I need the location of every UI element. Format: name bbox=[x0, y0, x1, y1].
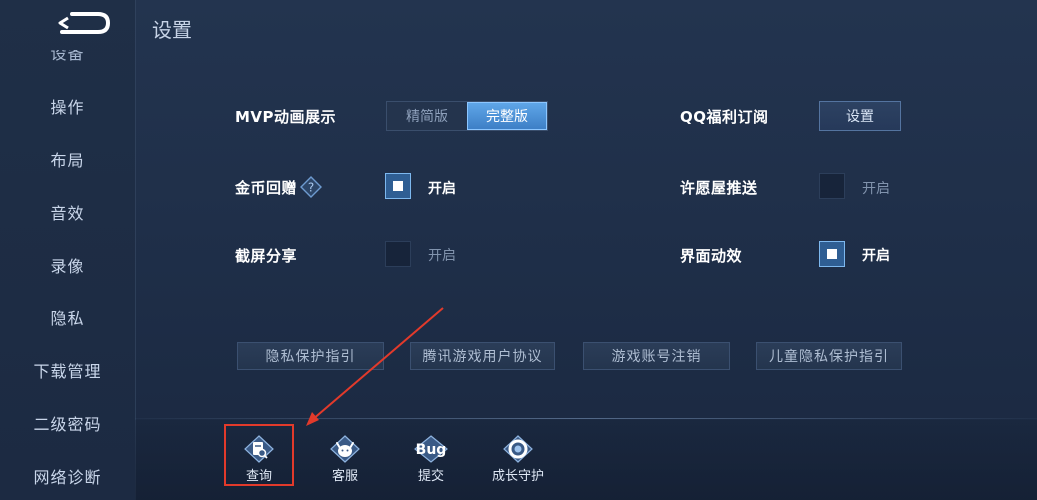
bug-icon: Bug bbox=[414, 435, 448, 463]
sidebar-item-controls[interactable]: 操作 bbox=[0, 94, 135, 118]
user-agreement-button[interactable]: 腾讯游戏用户协议 bbox=[410, 342, 555, 370]
svg-text:?: ? bbox=[308, 181, 314, 195]
wish-push-label: 许愿屋推送 bbox=[680, 179, 758, 197]
bug-icon-text: Bug bbox=[416, 442, 447, 458]
mvp-animation-label: MVP动画展示 bbox=[235, 108, 337, 126]
help-icon[interactable]: ? bbox=[300, 176, 322, 198]
customer-service-icon bbox=[330, 435, 360, 463]
mvp-option-full[interactable]: 完整版 bbox=[467, 102, 547, 130]
page-title: 设置 bbox=[152, 18, 192, 42]
sidebar: 设备 操作 布局 音效 录像 隐私 下载管理 二级密码 网络诊断 bbox=[0, 0, 136, 500]
divider bbox=[135, 418, 1037, 419]
back-icon[interactable] bbox=[54, 10, 110, 36]
screenshot-share-checkbox[interactable] bbox=[385, 241, 411, 267]
privacy-guide-button[interactable]: 隐私保护指引 bbox=[237, 342, 384, 370]
bug-submit-button[interactable]: Bug 提交 bbox=[396, 434, 466, 486]
bug-submit-label: 提交 bbox=[417, 469, 444, 484]
child-privacy-guide-button[interactable]: 儿童隐私保护指引 bbox=[756, 342, 902, 370]
annotation-highlight-box bbox=[224, 424, 294, 486]
screenshot-share-state: 开启 bbox=[428, 248, 456, 264]
sidebar-item-privacy[interactable]: 隐私 bbox=[0, 305, 135, 329]
growth-guard-button[interactable]: 成长守护 bbox=[482, 434, 554, 486]
sidebar-item-network-diagnosis[interactable]: 网络诊断 bbox=[0, 464, 135, 488]
growth-guard-icon bbox=[503, 435, 533, 463]
ui-effects-state: 开启 bbox=[862, 248, 890, 264]
wish-push-state: 开启 bbox=[862, 181, 890, 197]
ui-effects-checkbox[interactable] bbox=[819, 241, 845, 267]
mvp-animation-segmented: 精简版 完整版 bbox=[386, 101, 548, 131]
customer-service-button[interactable]: 客服 bbox=[310, 434, 380, 486]
gold-gift-state: 开启 bbox=[428, 181, 456, 197]
sidebar-item-secondary-password[interactable]: 二级密码 bbox=[0, 411, 135, 435]
sidebar-item-sound[interactable]: 音效 bbox=[0, 200, 135, 224]
screenshot-share-label: 截屏分享 bbox=[235, 247, 298, 265]
sidebar-item-downloads[interactable]: 下载管理 bbox=[0, 358, 135, 382]
account-deletion-button[interactable]: 游戏账号注销 bbox=[583, 342, 730, 370]
sidebar-item-recording[interactable]: 录像 bbox=[0, 253, 135, 277]
customer-service-label: 客服 bbox=[331, 469, 358, 484]
qq-welfare-label: QQ福利订阅 bbox=[680, 108, 769, 126]
ui-effects-label: 界面动效 bbox=[680, 247, 743, 265]
gold-gift-checkbox[interactable] bbox=[385, 173, 411, 199]
mvp-option-simple[interactable]: 精简版 bbox=[387, 102, 467, 130]
sidebar-item-device[interactable]: 设备 bbox=[0, 50, 135, 64]
gold-gift-label: 金币回赠 bbox=[235, 179, 298, 197]
qq-welfare-settings-button[interactable]: 设置 bbox=[819, 101, 901, 131]
wish-push-checkbox[interactable] bbox=[819, 173, 845, 199]
sidebar-item-layout[interactable]: 布局 bbox=[0, 147, 135, 171]
growth-guard-label: 成长守护 bbox=[491, 469, 544, 484]
